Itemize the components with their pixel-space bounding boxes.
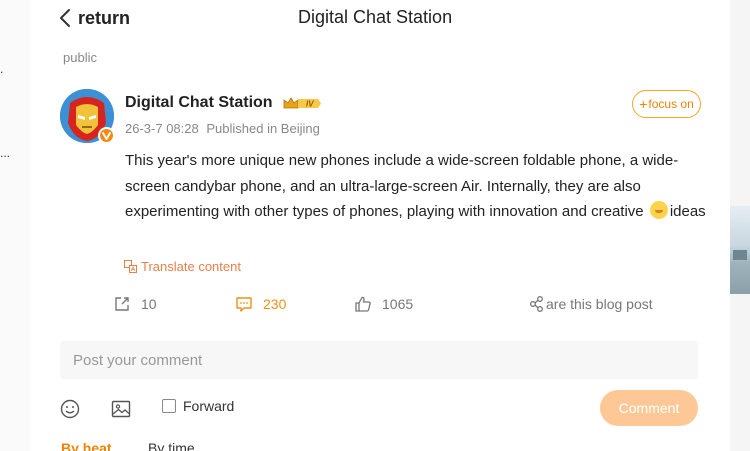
post-meta: 26-3-7 08:28 Published in Beijing bbox=[125, 121, 320, 136]
comment-input[interactable] bbox=[60, 341, 698, 379]
repost-icon bbox=[115, 297, 129, 311]
checkbox[interactable] bbox=[162, 399, 176, 413]
author-name[interactable]: Digital Chat Station bbox=[125, 94, 273, 112]
translate-link[interactable]: Translate content bbox=[124, 259, 241, 274]
share-label: are this blog post bbox=[546, 296, 653, 312]
post-actions: 10 230 1065 are this blog post bbox=[30, 295, 730, 319]
level-text: IV bbox=[306, 100, 314, 109]
repost-button[interactable]: 10 bbox=[113, 295, 157, 313]
back-button[interactable]: return bbox=[58, 6, 130, 30]
post-detail-panel: return Digital Chat Station public Digit… bbox=[30, 0, 730, 451]
left-gutter: . ... bbox=[0, 0, 30, 451]
forward-label: Forward bbox=[183, 398, 235, 414]
header: return Digital Chat Station bbox=[30, 0, 730, 36]
like-count: 1065 bbox=[382, 296, 414, 312]
page-title: Digital Chat Station bbox=[298, 7, 453, 27]
repost-count: 10 bbox=[141, 296, 157, 312]
follow-label: focus on bbox=[648, 97, 694, 111]
chevron-left-icon bbox=[60, 9, 70, 27]
post-text-part: ideas bbox=[669, 203, 706, 220]
share-icon bbox=[530, 296, 543, 312]
gutter-mark: . bbox=[0, 62, 4, 76]
thumbs-up-icon bbox=[355, 296, 371, 312]
gutter-mark: ... bbox=[0, 146, 11, 160]
post-datetime: 26-3-7 08:28 bbox=[125, 121, 199, 136]
submit-comment-button[interactable]: Comment bbox=[600, 390, 698, 426]
post-location: Published in Beijing bbox=[206, 121, 320, 136]
post-text: This year's more unique new phones inclu… bbox=[125, 148, 715, 225]
crown-level-icon: IV bbox=[283, 97, 321, 109]
side-thumbnail bbox=[730, 206, 750, 294]
share-button[interactable]: are this blog post bbox=[528, 295, 653, 313]
comment-button[interactable]: 230 bbox=[235, 295, 286, 313]
post-text-part: This year's more unique new phones inclu… bbox=[125, 152, 679, 220]
tab-by-time[interactable]: By time bbox=[148, 440, 195, 451]
back-label: return bbox=[78, 7, 131, 28]
verified-icon bbox=[98, 127, 115, 144]
like-button[interactable]: 1065 bbox=[354, 295, 413, 313]
comment-icon bbox=[236, 297, 252, 312]
image-icon[interactable] bbox=[110, 398, 132, 420]
translate-label: Translate content bbox=[141, 259, 241, 274]
smile-emoji-icon bbox=[649, 201, 668, 219]
plus-icon: + bbox=[639, 96, 648, 112]
comment-count: 230 bbox=[263, 296, 287, 312]
right-gutter bbox=[730, 0, 750, 451]
smiley-icon[interactable] bbox=[59, 398, 81, 420]
visibility-label: public bbox=[63, 50, 97, 65]
follow-button[interactable]: + focus on bbox=[632, 90, 701, 118]
forward-checkbox[interactable]: Forward bbox=[162, 398, 234, 414]
comment-sort-tabs: By heat By time bbox=[30, 440, 730, 451]
tab-by-heat[interactable]: By heat bbox=[61, 440, 112, 451]
translate-icon bbox=[124, 260, 137, 273]
